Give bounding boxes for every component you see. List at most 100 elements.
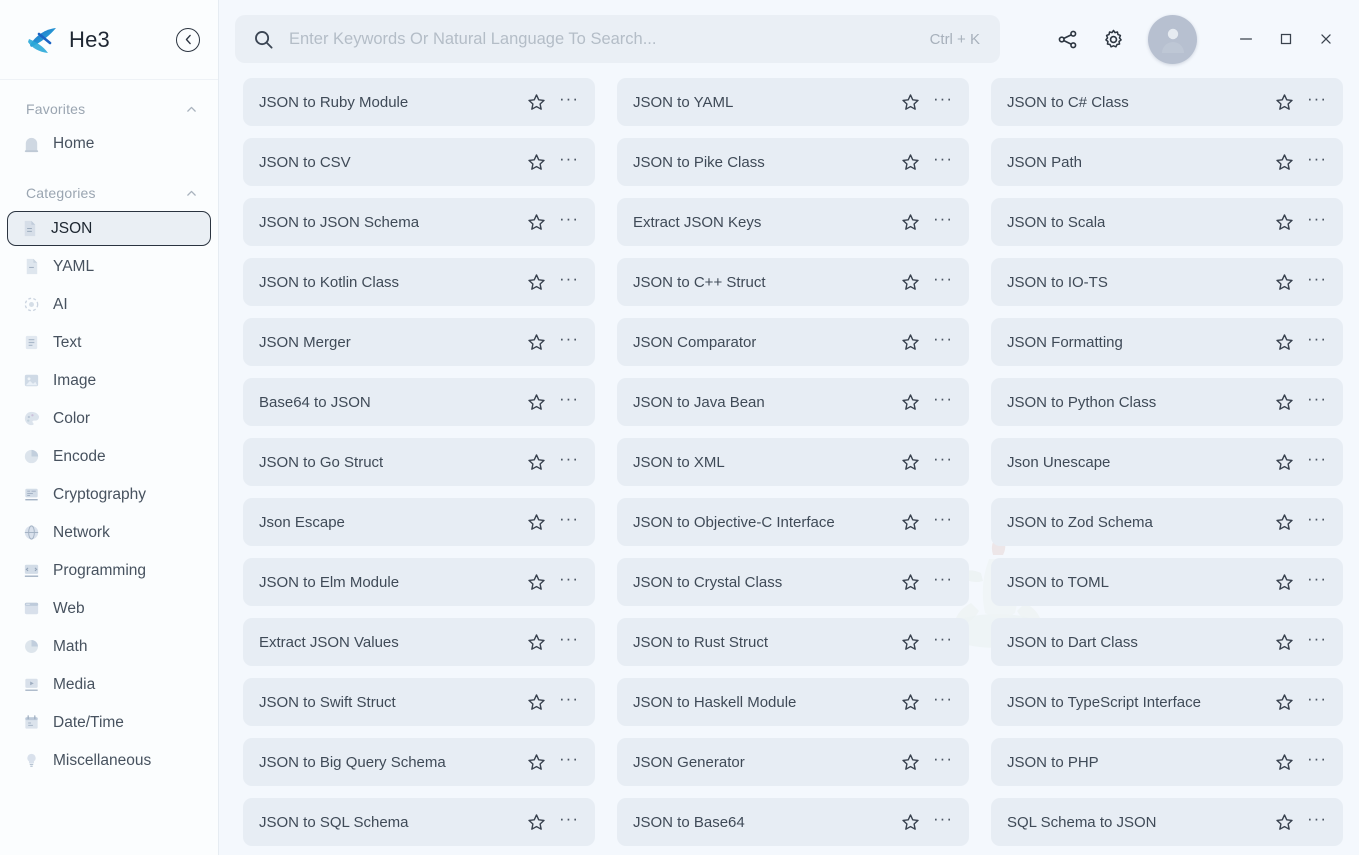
tool-card[interactable]: JSON to Python Class ··· xyxy=(991,378,1343,426)
close-button[interactable] xyxy=(1311,24,1341,54)
more-horizontal-icon[interactable]: ··· xyxy=(559,390,579,410)
sidebar-item-home[interactable]: Home xyxy=(10,127,208,161)
tool-card[interactable]: Extract JSON Keys ··· xyxy=(617,198,969,246)
minimize-button[interactable] xyxy=(1231,24,1261,54)
tool-card[interactable]: Json Escape ··· xyxy=(243,498,595,546)
more-horizontal-icon[interactable]: ··· xyxy=(559,510,579,530)
star-outline-icon[interactable] xyxy=(526,572,547,593)
star-outline-icon[interactable] xyxy=(900,692,921,713)
tool-card[interactable]: JSON Comparator ··· xyxy=(617,318,969,366)
more-horizontal-icon[interactable]: ··· xyxy=(1307,270,1327,290)
star-outline-icon[interactable] xyxy=(526,152,547,173)
tool-card[interactable]: JSON to IO-TS ··· xyxy=(991,258,1343,306)
star-outline-icon[interactable] xyxy=(1274,572,1295,593)
more-horizontal-icon[interactable]: ··· xyxy=(933,810,953,830)
tool-card[interactable]: Json Unescape ··· xyxy=(991,438,1343,486)
sidebar-item-image[interactable]: Image xyxy=(10,363,208,398)
more-horizontal-icon[interactable]: ··· xyxy=(933,390,953,410)
more-horizontal-icon[interactable]: ··· xyxy=(1307,90,1327,110)
sidebar-item-date-time[interactable]: Date/Time xyxy=(10,705,208,740)
sidebar-item-yaml[interactable]: YAML xyxy=(10,249,208,284)
star-outline-icon[interactable] xyxy=(900,152,921,173)
star-outline-icon[interactable] xyxy=(526,392,547,413)
favorites-header[interactable]: Favorites xyxy=(0,94,218,124)
sidebar-item-programming[interactable]: Programming xyxy=(10,553,208,588)
star-outline-icon[interactable] xyxy=(900,212,921,233)
tool-card[interactable]: JSON to TOML ··· xyxy=(991,558,1343,606)
tool-card[interactable]: JSON to Rust Struct ··· xyxy=(617,618,969,666)
search-input[interactable] xyxy=(289,29,920,49)
more-horizontal-icon[interactable]: ··· xyxy=(1307,570,1327,590)
star-outline-icon[interactable] xyxy=(526,752,547,773)
search-bar[interactable]: Ctrl + K xyxy=(235,15,1000,63)
star-outline-icon[interactable] xyxy=(900,752,921,773)
sidebar-item-media[interactable]: Media xyxy=(10,667,208,702)
star-outline-icon[interactable] xyxy=(1274,812,1295,833)
tool-card[interactable]: JSON to Base64 ··· xyxy=(617,798,969,846)
tool-card[interactable]: Base64 to JSON ··· xyxy=(243,378,595,426)
more-horizontal-icon[interactable]: ··· xyxy=(559,630,579,650)
tool-card[interactable]: JSON to CSV ··· xyxy=(243,138,595,186)
tool-card[interactable]: JSON to SQL Schema ··· xyxy=(243,798,595,846)
more-horizontal-icon[interactable]: ··· xyxy=(933,150,953,170)
star-outline-icon[interactable] xyxy=(526,92,547,113)
sidebar-item-miscellaneous[interactable]: Miscellaneous xyxy=(10,743,208,778)
more-horizontal-icon[interactable]: ··· xyxy=(933,510,953,530)
star-outline-icon[interactable] xyxy=(900,92,921,113)
sidebar-item-ai[interactable]: AI xyxy=(10,287,208,322)
star-outline-icon[interactable] xyxy=(1274,512,1295,533)
more-horizontal-icon[interactable]: ··· xyxy=(1307,810,1327,830)
star-outline-icon[interactable] xyxy=(900,632,921,653)
more-horizontal-icon[interactable]: ··· xyxy=(1307,450,1327,470)
tool-card[interactable]: JSON Merger ··· xyxy=(243,318,595,366)
star-outline-icon[interactable] xyxy=(900,452,921,473)
maximize-button[interactable] xyxy=(1271,24,1301,54)
sidebar-item-network[interactable]: Network xyxy=(10,515,208,550)
star-outline-icon[interactable] xyxy=(526,452,547,473)
tool-card[interactable]: JSON to C++ Struct ··· xyxy=(617,258,969,306)
star-outline-icon[interactable] xyxy=(1274,632,1295,653)
tool-card[interactable]: JSON to TypeScript Interface ··· xyxy=(991,678,1343,726)
tool-card[interactable]: JSON to PHP ··· xyxy=(991,738,1343,786)
tool-card[interactable]: JSON to Java Bean ··· xyxy=(617,378,969,426)
sidebar-item-json[interactable]: JSON xyxy=(7,211,211,246)
tool-card[interactable]: JSON to Big Query Schema ··· xyxy=(243,738,595,786)
star-outline-icon[interactable] xyxy=(900,392,921,413)
more-horizontal-icon[interactable]: ··· xyxy=(559,750,579,770)
more-horizontal-icon[interactable]: ··· xyxy=(933,630,953,650)
more-horizontal-icon[interactable]: ··· xyxy=(1307,330,1327,350)
tool-card[interactable]: JSON to Pike Class ··· xyxy=(617,138,969,186)
more-horizontal-icon[interactable]: ··· xyxy=(933,570,953,590)
avatar[interactable] xyxy=(1148,14,1197,64)
tool-card[interactable]: JSON to YAML ··· xyxy=(617,78,969,126)
star-outline-icon[interactable] xyxy=(526,212,547,233)
tool-card[interactable]: JSON to Crystal Class ··· xyxy=(617,558,969,606)
star-outline-icon[interactable] xyxy=(1274,392,1295,413)
more-horizontal-icon[interactable]: ··· xyxy=(559,690,579,710)
tool-card[interactable]: JSON to Kotlin Class ··· xyxy=(243,258,595,306)
more-horizontal-icon[interactable]: ··· xyxy=(1307,210,1327,230)
tool-card[interactable]: JSON to Ruby Module ··· xyxy=(243,78,595,126)
more-horizontal-icon[interactable]: ··· xyxy=(933,210,953,230)
sidebar-item-web[interactable]: Web xyxy=(10,591,208,626)
star-outline-icon[interactable] xyxy=(526,692,547,713)
star-outline-icon[interactable] xyxy=(1274,452,1295,473)
more-horizontal-icon[interactable]: ··· xyxy=(1307,750,1327,770)
tool-card[interactable]: JSON to Swift Struct ··· xyxy=(243,678,595,726)
more-horizontal-icon[interactable]: ··· xyxy=(933,450,953,470)
star-outline-icon[interactable] xyxy=(526,812,547,833)
tool-card[interactable]: SQL Schema to JSON ··· xyxy=(991,798,1343,846)
star-outline-icon[interactable] xyxy=(1274,272,1295,293)
more-horizontal-icon[interactable]: ··· xyxy=(1307,630,1327,650)
tool-card[interactable]: JSON to Elm Module ··· xyxy=(243,558,595,606)
star-outline-icon[interactable] xyxy=(1274,152,1295,173)
tool-card[interactable]: JSON to JSON Schema ··· xyxy=(243,198,595,246)
star-outline-icon[interactable] xyxy=(900,332,921,353)
star-outline-icon[interactable] xyxy=(1274,332,1295,353)
tool-card[interactable]: JSON to Dart Class ··· xyxy=(991,618,1343,666)
sidebar-item-color[interactable]: Color xyxy=(10,401,208,436)
star-outline-icon[interactable] xyxy=(526,332,547,353)
share-icon[interactable] xyxy=(1054,26,1080,52)
more-horizontal-icon[interactable]: ··· xyxy=(933,750,953,770)
more-horizontal-icon[interactable]: ··· xyxy=(1307,690,1327,710)
